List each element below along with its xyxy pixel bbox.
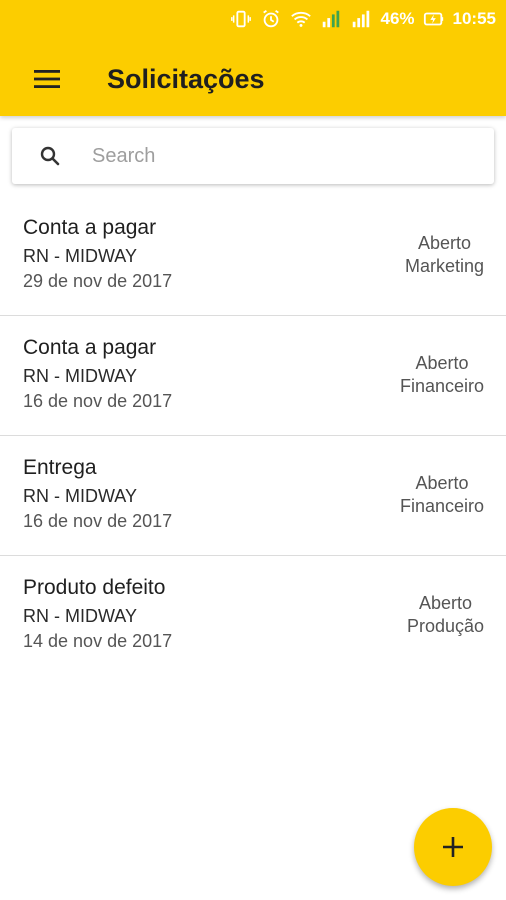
request-department: Marketing	[404, 256, 484, 276]
request-department: Produção	[406, 616, 484, 636]
battery-percentage: 46%	[380, 9, 415, 28]
request-title: Produto defeito	[23, 576, 166, 599]
list-item[interactable]: Produto defeito RN - MIDWAY 14 de nov de…	[0, 556, 506, 676]
search-icon	[40, 146, 60, 166]
list-item[interactable]: Conta a pagar RN - MIDWAY 16 de nov de 2…	[0, 316, 506, 436]
request-status: Aberto	[418, 593, 472, 613]
request-company: RN - MIDWAY	[23, 486, 137, 506]
request-date: 16 de nov de 2017	[23, 511, 173, 531]
alarm-icon	[260, 8, 282, 30]
request-title: Entrega	[23, 456, 97, 479]
request-status-block: Aberto Marketing	[405, 232, 484, 278]
request-date: 29 de nov de 2017	[23, 271, 173, 291]
page-title: Solicitações	[107, 63, 265, 94]
request-status: Aberto	[415, 473, 469, 493]
request-list: Conta a pagar RN - MIDWAY 29 de nov de 2…	[0, 196, 506, 676]
request-status-block: Aberto Produção	[407, 592, 484, 638]
signal-1-icon	[320, 8, 342, 30]
status-bar: 46% 10:55	[0, 0, 506, 38]
request-status: Aberto	[417, 233, 471, 253]
request-department: Financeiro	[399, 496, 484, 516]
hamburger-menu-icon	[34, 70, 60, 88]
request-status: Aberto	[415, 353, 469, 373]
list-item[interactable]: Entrega RN - MIDWAY 16 de nov de 2017 Ab…	[0, 436, 506, 556]
toolbar: Solicitações	[0, 46, 506, 112]
vibrate-icon	[230, 8, 252, 30]
request-title: Conta a pagar	[23, 336, 157, 359]
request-date: 16 de nov de 2017	[23, 391, 173, 411]
request-status-block: Aberto Financeiro	[400, 352, 484, 398]
request-company: RN - MIDWAY	[23, 366, 137, 386]
request-status-block: Aberto Financeiro	[400, 472, 484, 518]
request-department: Financeiro	[399, 376, 484, 396]
request-title: Conta a pagar	[23, 216, 157, 239]
list-item[interactable]: Conta a pagar RN - MIDWAY 29 de nov de 2…	[0, 196, 506, 316]
app-bar: 46% 10:55 Solicitações	[0, 0, 506, 116]
request-company: RN - MIDWAY	[23, 246, 137, 266]
search-input[interactable]	[90, 143, 454, 169]
status-time: 10:55	[452, 9, 496, 28]
battery-charging-icon	[423, 8, 445, 30]
wifi-icon	[290, 8, 312, 30]
signal-2-icon	[350, 8, 372, 30]
search-bar[interactable]	[12, 128, 494, 184]
menu-button[interactable]	[27, 59, 67, 99]
add-request-button[interactable]	[414, 808, 492, 886]
plus-icon	[443, 837, 463, 857]
request-company: RN - MIDWAY	[23, 606, 137, 626]
request-date: 14 de nov de 2017	[23, 631, 173, 651]
